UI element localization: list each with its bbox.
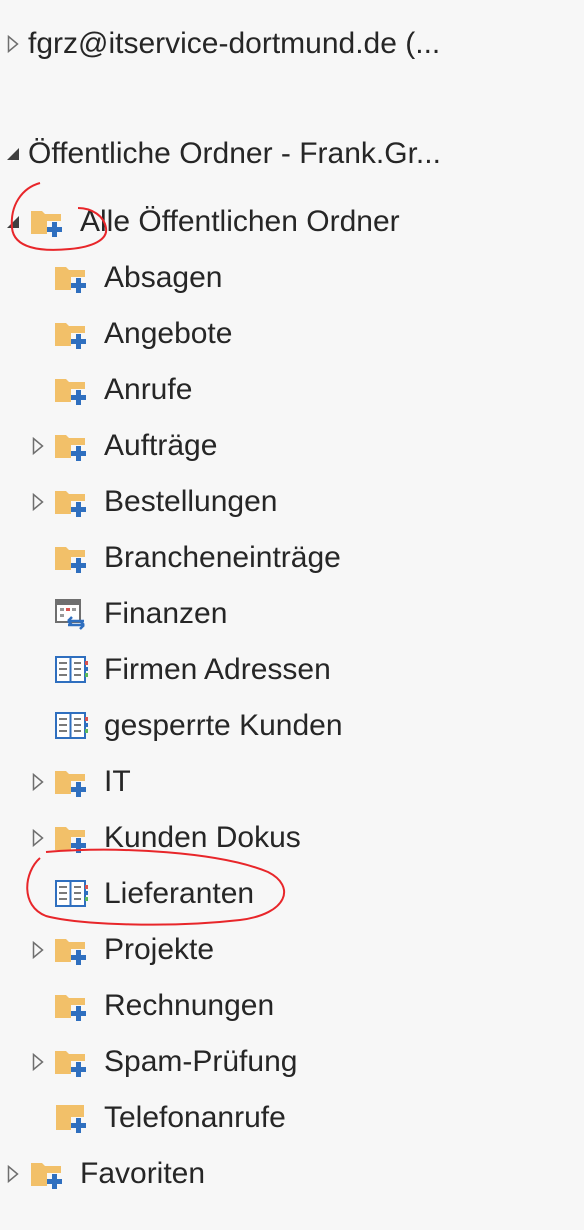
collapse-triangle-icon[interactable] <box>4 211 22 233</box>
all-public-folders-label: Alle Öffentlichen Ordner <box>80 205 400 238</box>
folder-item-label: Kunden Dokus <box>104 821 301 854</box>
folder-item-label: Finanzen <box>104 597 228 630</box>
calendar-public-icon <box>54 596 88 630</box>
folder-item-label: Brancheneinträge <box>104 541 341 574</box>
folder-public-icon <box>54 316 88 350</box>
folder-public-icon <box>54 988 88 1022</box>
account-label: fgrz@itservice-dortmund.de (... <box>28 27 441 60</box>
favorites-label: Favoriten <box>80 1157 206 1190</box>
folder-public-icon <box>54 260 88 294</box>
folder-item-label: Angebote <box>104 317 233 350</box>
folder-public-icon <box>54 540 88 574</box>
folder-item-label: Firmen Adressen <box>104 653 331 686</box>
expand-triangle-icon[interactable] <box>4 33 22 55</box>
contacts-icon <box>54 876 88 910</box>
folder-public-icon <box>54 820 88 854</box>
note-public-icon <box>54 1100 88 1134</box>
expand-triangle-icon[interactable] <box>29 939 47 961</box>
folder-item-label: IT <box>104 765 131 798</box>
folder-public-icon <box>54 932 88 966</box>
folder-item-label: Bestellungen <box>104 485 278 518</box>
expand-triangle-icon[interactable] <box>4 1163 22 1185</box>
folder-item-label: gesperrte Kunden <box>104 709 343 742</box>
expand-triangle-icon[interactable] <box>29 771 47 793</box>
folder-public-icon <box>54 484 88 518</box>
folder-item-label: Absagen <box>104 261 223 294</box>
expand-triangle-icon[interactable] <box>29 435 47 457</box>
folder-public-icon <box>54 1044 88 1078</box>
collapse-triangle-icon[interactable] <box>4 143 22 165</box>
contacts-icon <box>54 708 88 742</box>
folder-item-label: Telefonanrufe <box>104 1101 286 1134</box>
contacts-icon <box>54 652 88 686</box>
folder-public-icon <box>54 428 88 462</box>
expand-triangle-icon[interactable] <box>29 1051 47 1073</box>
folder-public-icon <box>30 1156 64 1190</box>
folder-item-label: Spam-Prüfung <box>104 1045 298 1078</box>
folder-public-icon <box>54 764 88 798</box>
folder-public-icon <box>30 204 64 238</box>
folder-item-label: Lieferanten <box>104 877 255 910</box>
folder-item-label: Projekte <box>104 933 215 966</box>
folder-item-label: Anrufe <box>104 373 193 406</box>
folder-item-label: Rechnungen <box>104 989 275 1022</box>
expand-triangle-icon[interactable] <box>29 827 47 849</box>
folder-public-icon <box>54 372 88 406</box>
public-folders-root-label: Öffentliche Ordner - Frank.Gr... <box>28 137 441 170</box>
folder-item-label: Aufträge <box>104 429 218 462</box>
expand-triangle-icon[interactable] <box>29 491 47 513</box>
